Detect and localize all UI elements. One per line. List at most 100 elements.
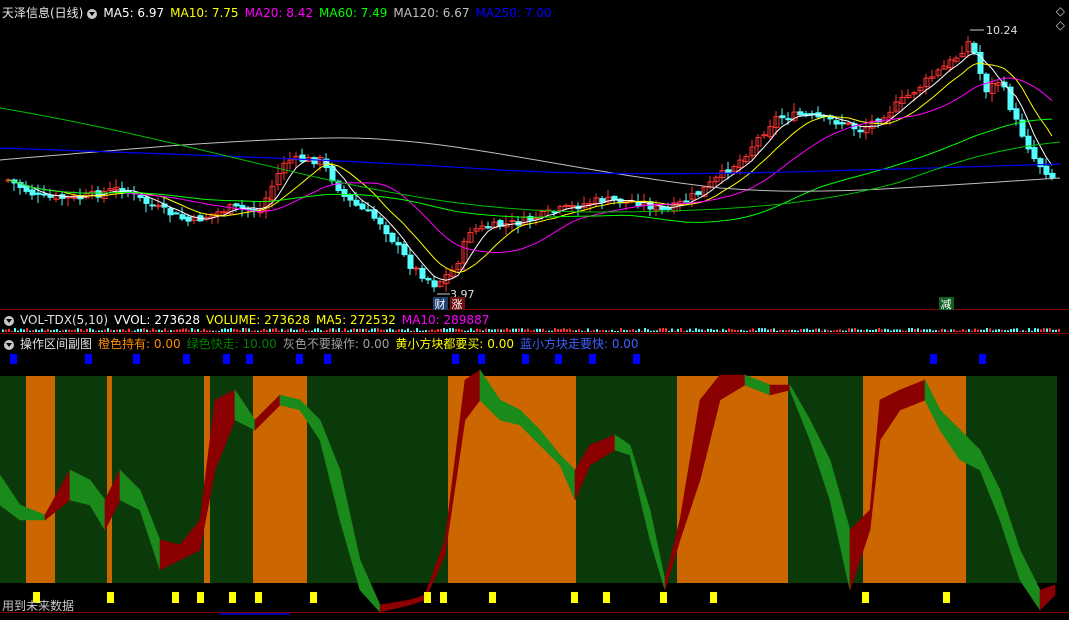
volume-bar xyxy=(266,329,268,332)
volume-bar xyxy=(836,329,838,332)
volume-bar xyxy=(392,329,394,332)
volume-bar xyxy=(623,329,625,332)
volume-bar xyxy=(110,329,112,332)
volume-bar xyxy=(707,328,709,332)
volume-bar xyxy=(1016,328,1018,332)
volume-bar xyxy=(935,330,937,332)
volume-bar xyxy=(65,329,67,332)
volume-bar xyxy=(86,328,88,332)
candle-body xyxy=(857,129,864,133)
volume-bar xyxy=(329,328,331,332)
volume-bar xyxy=(155,329,157,332)
blue-sell-marker xyxy=(930,354,937,364)
volume-bar xyxy=(779,329,781,332)
candle-body xyxy=(1013,108,1020,120)
yellow-buy-marker xyxy=(710,592,717,603)
volume-bar xyxy=(539,328,541,332)
volume-bar xyxy=(914,328,916,332)
volume-bar xyxy=(629,330,631,332)
volume-bar xyxy=(662,328,664,332)
candle-body xyxy=(341,189,348,197)
volume-bar xyxy=(851,328,853,332)
volume-bar xyxy=(926,329,928,332)
volume-bar xyxy=(818,328,820,332)
yellow-buy-marker xyxy=(603,592,610,603)
dropdown-icon[interactable] xyxy=(87,8,98,19)
candle-body xyxy=(29,189,36,196)
dropdown-icon[interactable] xyxy=(4,315,14,326)
dropdown-icon[interactable] xyxy=(4,339,14,350)
stock-chart-window[interactable]: 10.24 3.97 财涨减 天泽信息(日线) MA5: 6.97 MA10: 7.75… xyxy=(0,0,1069,620)
volume-bar xyxy=(992,330,994,332)
candle-body xyxy=(1049,172,1056,179)
blue-sell-marker xyxy=(133,354,140,364)
volume-bar xyxy=(221,328,223,332)
candle-body xyxy=(803,113,810,116)
volume-bar xyxy=(80,328,82,332)
volume-bar xyxy=(35,329,37,332)
orange-hold-zone xyxy=(26,376,55,583)
volume-bar xyxy=(956,330,958,332)
volume-bar xyxy=(146,329,148,332)
volume-bar xyxy=(41,328,43,332)
sub-indicator-4: 蓝小方块走要快: 0.00 xyxy=(519,337,639,351)
candle-body xyxy=(683,200,690,203)
volume-bar xyxy=(953,329,955,332)
volume-bar xyxy=(908,328,910,332)
volume-bar xyxy=(944,329,946,332)
volume-bar xyxy=(278,330,280,332)
candle-body xyxy=(179,214,186,220)
chart-canvas[interactable]: 10.243.97财涨减 xyxy=(0,0,1069,620)
volume-bar xyxy=(323,330,325,332)
volume-bar xyxy=(638,328,640,332)
volume-bar xyxy=(827,329,829,332)
candle-body xyxy=(611,195,618,201)
candle-body xyxy=(185,216,192,222)
volume-bar xyxy=(74,329,76,332)
corner-controls[interactable]: ◇ ◇ xyxy=(1056,0,1065,32)
ma-line-10 xyxy=(7,62,1053,274)
volume-bar xyxy=(494,329,496,332)
volume-bar xyxy=(998,329,1000,332)
ma-indicator-4: MA120: 6.67 xyxy=(393,6,470,20)
volume-bar xyxy=(464,330,466,332)
volume-bar xyxy=(980,329,982,332)
volume-bar xyxy=(743,330,745,332)
diamond-icon[interactable]: ◇ xyxy=(1056,18,1065,32)
volume-bar xyxy=(857,329,859,332)
volume-bar xyxy=(755,330,757,332)
volume-bar xyxy=(617,330,619,332)
diamond-icon[interactable]: ◇ xyxy=(1056,4,1065,18)
candle-body xyxy=(401,243,408,256)
volume-bar xyxy=(386,329,388,332)
volume-bar xyxy=(563,328,565,332)
volume-bar xyxy=(188,330,190,332)
volume-bar xyxy=(203,328,205,332)
volume-bar xyxy=(44,330,46,332)
volume-bar xyxy=(929,329,931,332)
candle-body xyxy=(47,194,54,198)
blue-sell-marker xyxy=(85,354,92,364)
volume-bar xyxy=(50,330,52,332)
volume-bar xyxy=(557,329,559,332)
volume-bar xyxy=(866,329,868,332)
yellow-buy-marker xyxy=(310,592,317,603)
volume-bar xyxy=(812,329,814,332)
candle-body xyxy=(347,193,354,201)
volume-bar xyxy=(122,329,124,332)
volume-bar xyxy=(212,330,214,332)
volume-bar xyxy=(719,330,721,332)
volume-bar xyxy=(797,330,799,332)
candle-body xyxy=(797,111,804,116)
volume-bar xyxy=(884,328,886,332)
volume-bar xyxy=(437,329,439,332)
volume-bar xyxy=(608,330,610,332)
ma-indicator-0: MA5: 6.97 xyxy=(103,6,165,20)
volume-bar xyxy=(1043,328,1045,332)
volume-bar xyxy=(272,328,274,332)
yellow-buy-marker xyxy=(489,592,496,603)
volume-bar xyxy=(521,328,523,332)
blue-marker-row xyxy=(10,354,986,364)
volume-bar xyxy=(893,329,895,332)
vol-indicator-2: MA5: 272532 xyxy=(315,313,396,327)
